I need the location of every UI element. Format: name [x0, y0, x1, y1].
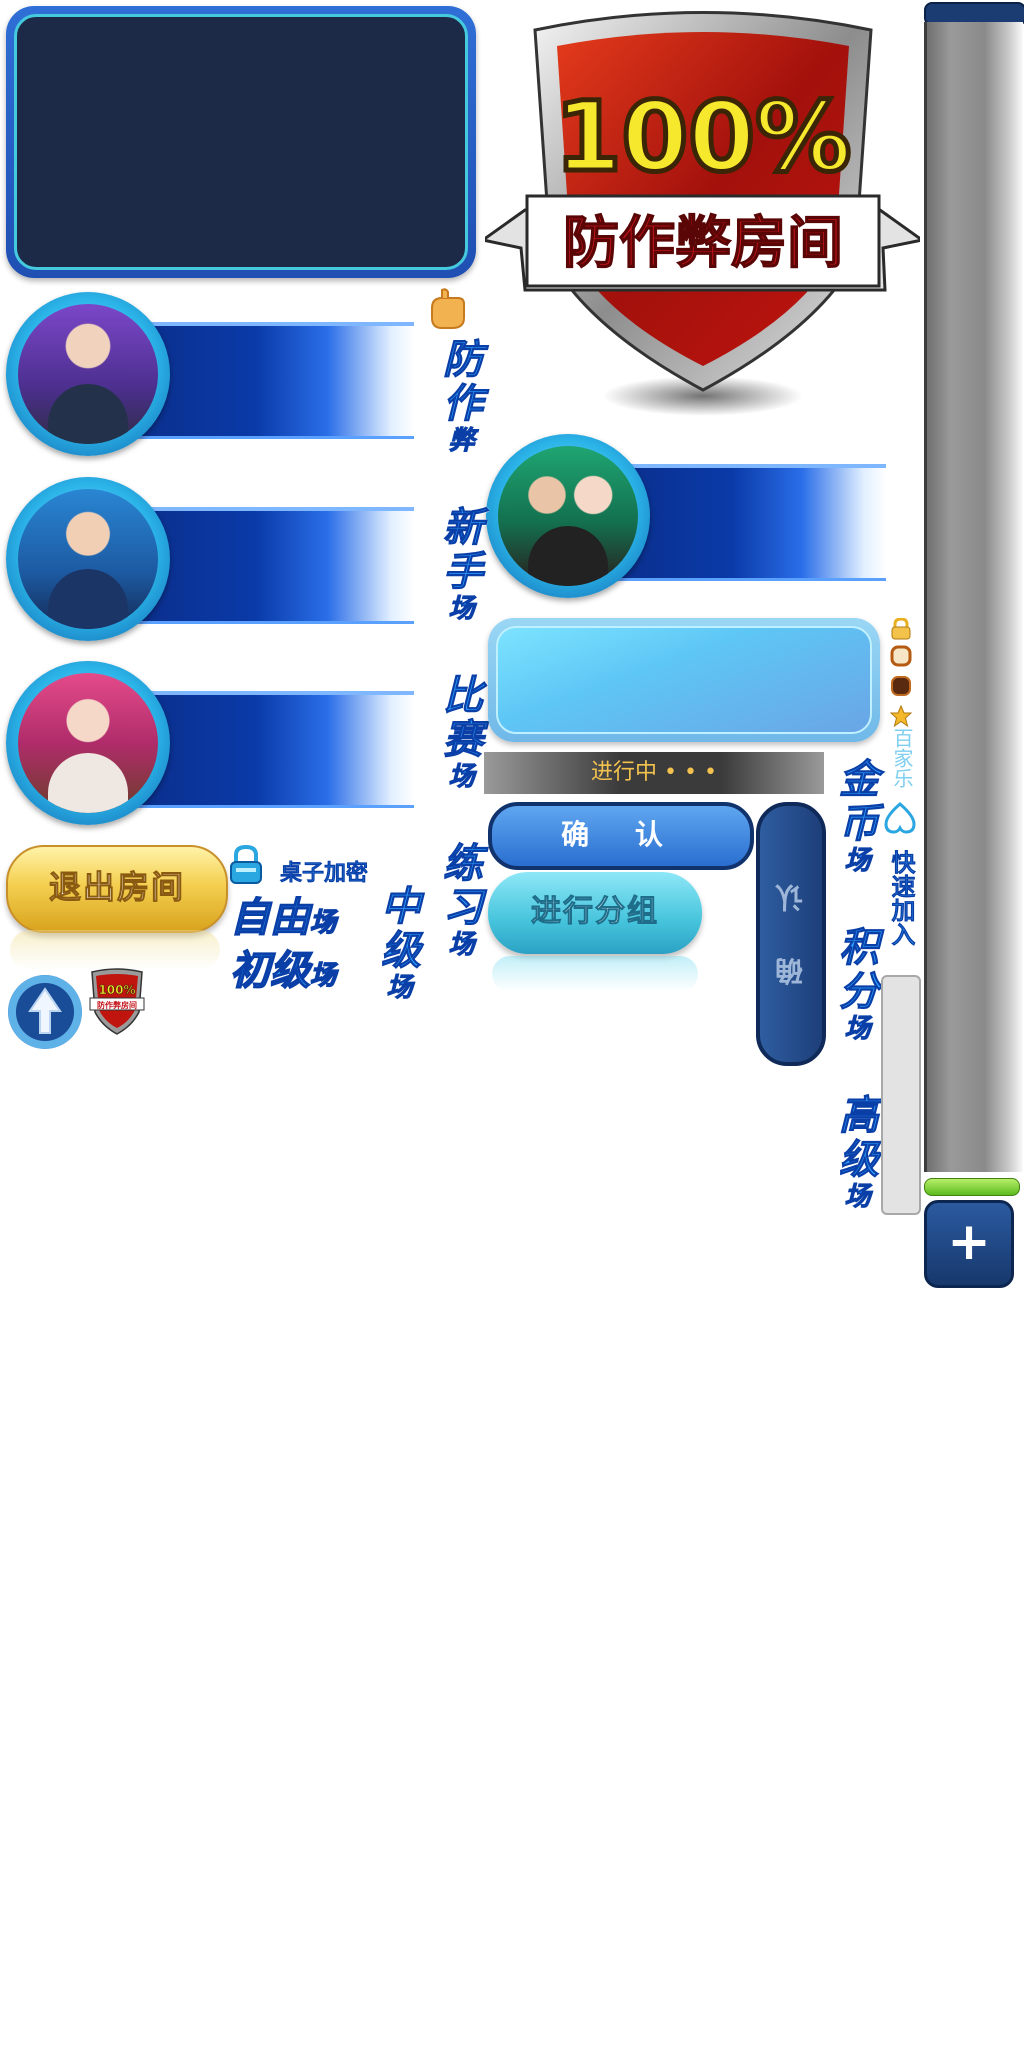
free-field-label[interactable]: 自由场	[229, 885, 337, 943]
cyan-frame-panel	[488, 618, 880, 742]
label-novice[interactable]: 新手场	[436, 505, 483, 624]
group-button[interactable]: 进行分组	[488, 872, 702, 954]
button-reflection	[492, 956, 698, 992]
dark-frame-panel	[6, 6, 476, 278]
in-progress-status: 进行中 • • •	[484, 752, 824, 794]
add-button[interactable]: +	[924, 1200, 1014, 1288]
label-points[interactable]: 积分场	[832, 925, 879, 1044]
lock-icon	[230, 845, 262, 884]
svg-text:防作弊房间: 防作弊房间	[97, 1000, 137, 1010]
vertical-label-stack-a: 防作弊 新手场 比赛场 练习场	[430, 338, 488, 961]
avatar-detective	[18, 304, 158, 444]
avatar-woman	[18, 673, 158, 813]
avatar-row-detective[interactable]	[6, 292, 414, 456]
avatar-ring	[6, 292, 170, 456]
quick-join-label[interactable]: 快速加入	[884, 850, 919, 947]
vertical-label-stack-b: 金币场 积分场 高级场	[826, 758, 884, 1213]
confirm-button[interactable]: 确 认	[488, 802, 754, 870]
table-password-label: 桌子加密	[280, 861, 369, 887]
label-advanced[interactable]: 高级场	[832, 1093, 879, 1212]
side-panel-strip	[924, 22, 1023, 1172]
spade-icon	[884, 802, 916, 834]
svg-text:100%: 100%	[98, 983, 135, 997]
mini-shield-icon: 100% 防作弊房间	[89, 968, 145, 1035]
avatar-young-man	[18, 489, 158, 629]
arrow-up-icon	[28, 987, 62, 1034]
avatar-ring	[6, 477, 170, 641]
confirm-vertical-label: 确 认	[774, 866, 807, 986]
primary-field-label[interactable]: 初级场	[229, 938, 337, 996]
avatar-row-woman[interactable]	[6, 661, 414, 825]
confirm-vertical-button[interactable]: 确 认	[756, 802, 826, 1066]
brown-square-icon	[891, 676, 911, 696]
grey-scroll-slot[interactable]	[881, 975, 921, 1215]
label-practice[interactable]: 练习场	[436, 841, 483, 960]
intermediate-field-label[interactable]: 中级场	[368, 885, 426, 1004]
avatar-pair	[498, 446, 638, 586]
up-arrow-button[interactable]	[8, 975, 82, 1049]
avatar-ring	[486, 434, 650, 598]
shield-banner: 防作弊房间	[563, 211, 843, 276]
baijiale-label[interactable]: 百家乐	[888, 728, 917, 788]
avatar-ring	[6, 661, 170, 825]
exit-room-button[interactable]: 退出房间	[6, 845, 228, 933]
label-anti-cheat: 防作弊	[436, 338, 483, 457]
padlock-small-icon	[891, 618, 911, 640]
button-reflection	[10, 930, 220, 970]
hand-pointer-icon	[431, 288, 465, 329]
anti-cheat-shield-badge: 100% 防作弊房间	[485, 11, 920, 416]
ring-orange-icon	[890, 645, 912, 667]
label-match[interactable]: 比赛场	[436, 673, 483, 792]
avatar-row-young-man[interactable]	[6, 477, 414, 641]
green-progress-bar	[924, 1178, 1020, 1196]
label-gold[interactable]: 金币场	[832, 758, 879, 877]
avatar-row-pair[interactable]	[486, 434, 886, 598]
shield-percent: 100%	[555, 81, 852, 193]
star-icon	[890, 705, 912, 727]
